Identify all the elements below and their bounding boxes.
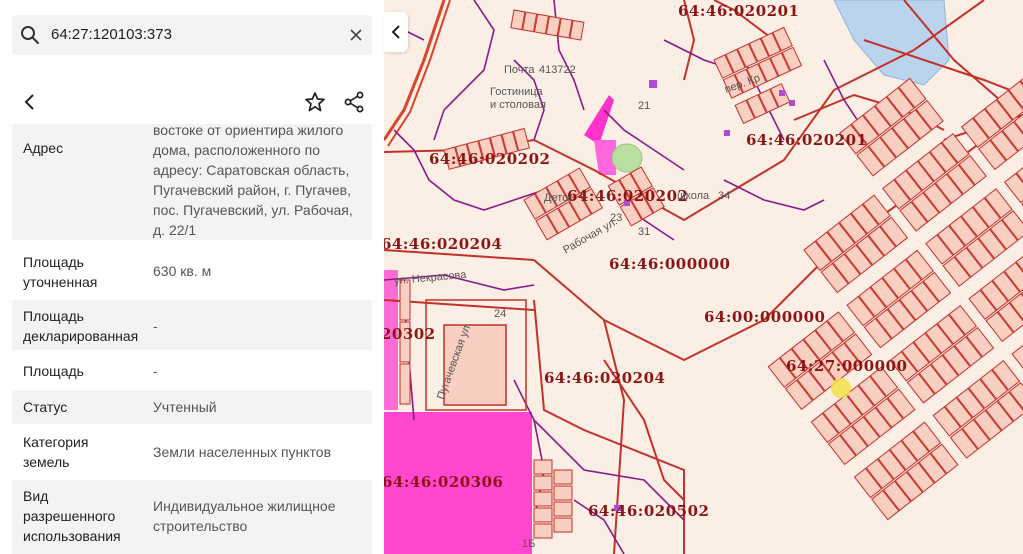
parcel-label: 20302: [384, 325, 436, 343]
property-label: Категория земель: [23, 434, 89, 470]
poi-label: и столовая: [490, 99, 546, 111]
chevron-left-icon: [391, 25, 400, 39]
poi-label: школа: [677, 190, 710, 202]
house-number: 1Б: [522, 538, 536, 550]
parcel-label: 64:46:020201: [746, 131, 868, 149]
cadastral-map[interactable]: 64:46:020201 64:46:020201 64:46:020202 6…: [384, 0, 1023, 554]
house-number: 34: [718, 190, 731, 202]
parcel-label: 64:46:020202: [567, 187, 689, 205]
property-area-clarified: Площадь уточненная 630 кв. м: [12, 246, 372, 296]
parcel-label: 64:46:020202: [429, 150, 551, 168]
property-label: Площадь уточненная: [23, 254, 98, 290]
poi-label: Почта: [504, 64, 535, 76]
house-number: 24: [494, 308, 507, 320]
poi-label: 413722: [539, 64, 576, 76]
property-value: 630 кв. м: [153, 263, 212, 279]
star-icon[interactable]: [303, 90, 327, 114]
property-area-declared: Площадь декларированная -: [12, 300, 372, 350]
house-number: 31: [638, 226, 651, 238]
parcel-label: 64:27:000000: [786, 357, 908, 375]
property-value: Земли населенных пунктов: [153, 444, 332, 460]
property-value: -: [153, 318, 158, 334]
selected-parcel-marker[interactable]: [831, 378, 851, 398]
parcel-label: 64:46:020204: [384, 235, 503, 253]
property-label: Площадь декларированная: [23, 308, 139, 344]
property-status: Статус Учтенный: [12, 390, 372, 424]
parcel-label: 64:00:000000: [704, 308, 826, 326]
property-area: Площадь -: [12, 354, 372, 388]
search-icon[interactable]: [20, 25, 40, 45]
property-value: Учтенный: [153, 399, 217, 415]
property-value: востоке от ориентира жилого дома, распол…: [153, 124, 353, 238]
parcel-label: 64:46:020201: [678, 2, 800, 20]
search-bar[interactable]: 64:27:120103:373: [12, 15, 372, 55]
info-panel: 64:27:120103:373 Адрес востоке от ориент…: [0, 0, 384, 554]
property-permitted-use: Вид разрешенного использования Индивидуа…: [12, 480, 372, 554]
property-label: Вид разрешенного использования: [23, 488, 121, 544]
property-address: Адрес востоке от ориентира жилого дома, …: [12, 124, 372, 240]
parcel-label: 64:46:000000: [609, 255, 731, 273]
collapse-panel-button[interactable]: [384, 12, 408, 52]
search-input[interactable]: 64:27:120103:373: [51, 26, 172, 43]
map-canvas[interactable]: [384, 0, 1023, 554]
property-label: Адрес: [23, 140, 64, 156]
share-icon[interactable]: [342, 90, 366, 114]
parcel-label: 64:46:020502: [588, 502, 710, 520]
back-icon[interactable]: [20, 92, 40, 112]
parcel-label: 64:46:020306: [384, 473, 504, 491]
property-value: Индивидуальное жилищное строительство: [153, 498, 336, 534]
poi-label: Гостиница: [490, 86, 543, 98]
property-list: Адрес востоке от ориентира жилого дома, …: [12, 124, 372, 554]
house-number: 23: [610, 212, 623, 224]
property-value: -: [153, 363, 158, 379]
parcel-label: 64:46:020204: [544, 369, 666, 387]
property-label: Статус: [23, 399, 68, 415]
house-number: 21: [638, 100, 651, 112]
property-label: Площадь: [23, 363, 84, 379]
close-icon[interactable]: [348, 27, 364, 43]
poi-label: Детск: [544, 192, 573, 204]
property-land-category: Категория земель Земли населенных пункто…: [12, 426, 372, 476]
